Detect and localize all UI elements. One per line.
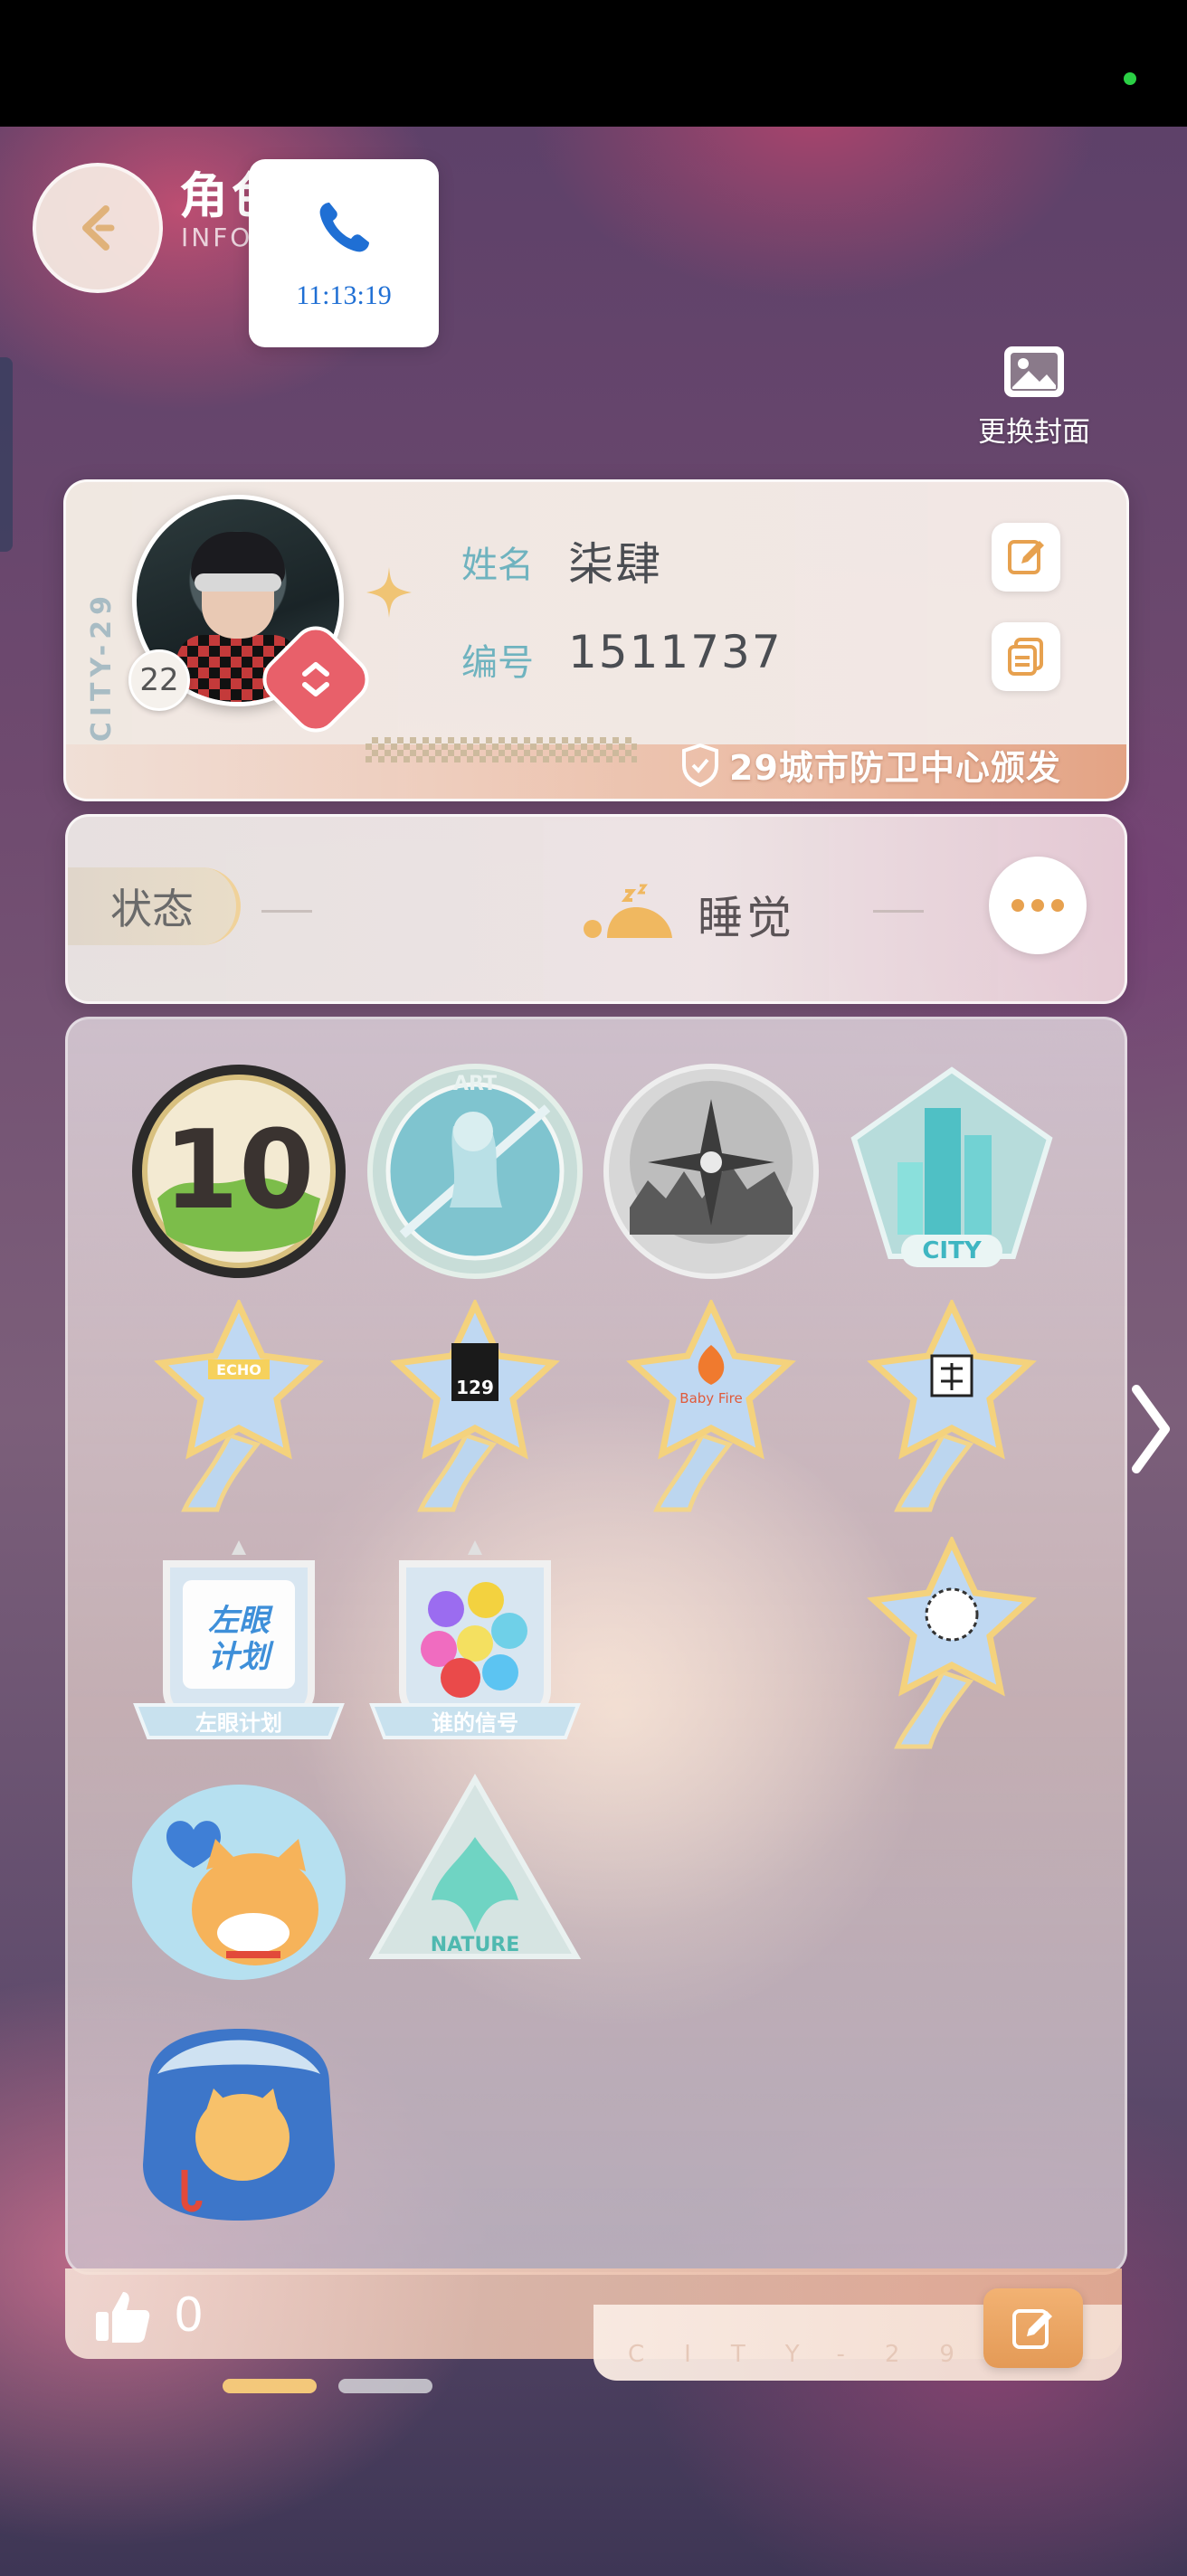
copy-id-button[interactable] xyxy=(992,622,1060,691)
cat-heart[interactable] xyxy=(130,1774,347,1991)
edit-name-button[interactable] xyxy=(992,523,1060,592)
issuer-text: 29城市防卫中心颁发 xyxy=(729,748,1061,788)
star-echo[interactable]: ECHO xyxy=(130,1297,347,1517)
thumbs-up-icon[interactable] xyxy=(92,2287,152,2346)
status-tab: 状态 xyxy=(68,867,241,945)
more-button[interactable] xyxy=(989,857,1087,954)
like-count: 0 xyxy=(174,2288,204,2343)
city-vertical-text: CITY-29 xyxy=(86,591,118,743)
star-babyfire[interactable]: Baby Fire xyxy=(603,1297,820,1517)
svg-text:CITY: CITY xyxy=(922,1237,982,1264)
edit-icon xyxy=(1008,540,1044,574)
svg-text:左眼计划: 左眼计划 xyxy=(195,1710,282,1736)
change-cover-label: 更换封面 xyxy=(978,416,1090,449)
name-value: 柒肆 xyxy=(568,538,662,591)
footer-brand: CITY-29 xyxy=(628,2341,994,2368)
svg-text:129: 129 xyxy=(456,1377,494,1398)
badge-city[interactable]: CITY xyxy=(843,1063,1060,1280)
back-button[interactable] xyxy=(33,163,163,293)
sparkle-icon xyxy=(366,567,412,618)
svg-text:NATURE: NATURE xyxy=(431,1934,520,1956)
phone-icon xyxy=(319,203,369,252)
change-cover-button[interactable]: 更换封面 xyxy=(966,344,1102,461)
back-arrow-icon xyxy=(82,205,115,251)
badge-art[interactable]: ART xyxy=(366,1063,584,1280)
pager-dot-active[interactable] xyxy=(223,2379,317,2393)
svg-text:ART: ART xyxy=(453,1073,497,1095)
svg-text:Baby Fire: Baby Fire xyxy=(679,1390,742,1406)
copy-icon xyxy=(1008,638,1043,676)
shield-zuoyan[interactable]: 左眼 计划 左眼计划 xyxy=(130,1537,347,1754)
cat-rain[interactable] xyxy=(130,2011,347,2228)
pager-dot[interactable] xyxy=(338,2379,432,2393)
status-value: 睡觉 xyxy=(698,892,795,944)
star-129[interactable]: 129 xyxy=(366,1297,584,1517)
triangle-nature[interactable]: NATURE xyxy=(366,1773,584,1991)
sleep-cloud-icon xyxy=(584,884,672,938)
call-timer: 11:13:19 xyxy=(296,280,392,310)
status-bar xyxy=(0,0,1187,127)
divider xyxy=(873,910,924,913)
svg-text:计划: 计划 xyxy=(208,1639,274,1675)
status-card: 状态 睡觉 xyxy=(65,814,1127,1004)
id-label: 编号 xyxy=(461,642,534,684)
svg-text:左眼: 左眼 xyxy=(208,1603,273,1639)
edit-icon xyxy=(1012,2309,1052,2349)
badge-compass[interactable] xyxy=(603,1063,820,1280)
svg-text:ECHO: ECHO xyxy=(216,1361,261,1378)
svg-text:谁的信号: 谁的信号 xyxy=(432,1710,518,1736)
privacy-indicator xyxy=(1124,72,1136,85)
checker-decoration xyxy=(366,737,637,762)
name-label: 姓名 xyxy=(461,545,534,586)
edit-badges-button[interactable] xyxy=(983,2288,1083,2368)
shield-icon xyxy=(682,743,718,787)
next-page-arrow-icon[interactable] xyxy=(1124,1375,1178,1483)
badge-10[interactable]: 10 xyxy=(130,1063,347,1280)
image-icon xyxy=(1004,346,1064,397)
page-subtitle: INFO xyxy=(181,223,253,252)
level-badge: 22 xyxy=(128,649,190,711)
svg-text:10: 10 xyxy=(164,1108,315,1234)
star-wreath[interactable] xyxy=(843,1534,1060,1754)
issuer-line: 29城市防卫中心颁发 xyxy=(680,740,1061,790)
swap-icon xyxy=(302,662,329,696)
shield-shui[interactable]: 谁的信号 xyxy=(366,1537,584,1754)
more-dots-icon xyxy=(1011,899,1024,912)
call-overlay[interactable]: 11:13:19 xyxy=(249,159,439,347)
side-handle[interactable] xyxy=(0,357,13,552)
divider xyxy=(261,910,312,913)
star-glyph[interactable] xyxy=(843,1297,1060,1517)
id-value: 1511737 xyxy=(568,626,783,678)
